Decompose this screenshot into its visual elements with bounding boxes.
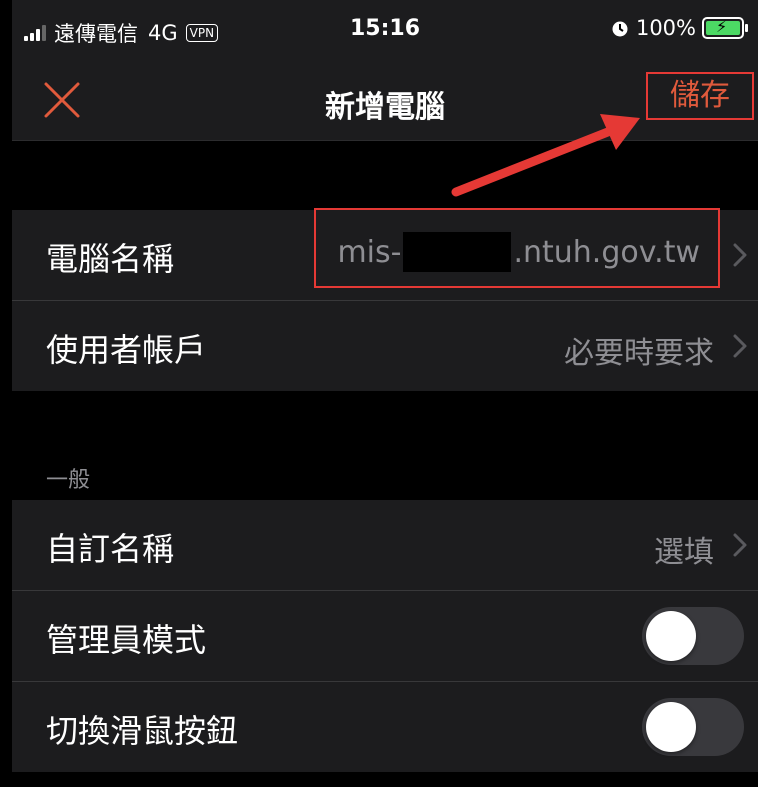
save-button[interactable]: 儲存 — [646, 72, 754, 120]
row-swap-mouse-buttons: 切換滑鼠按鈕 — [12, 682, 758, 772]
admin-mode-toggle[interactable] — [642, 607, 744, 665]
hostname-prefix: mis- — [337, 234, 402, 270]
general-group: 自訂名稱 選填 管理員模式 切換滑鼠按鈕 — [12, 500, 758, 772]
hostname-suffix: .ntuh.gov.tw — [513, 234, 700, 270]
row-label: 電腦名稱 — [46, 240, 175, 278]
redaction-block — [403, 232, 512, 272]
chevron-right-icon — [733, 243, 747, 267]
chevron-right-icon — [733, 533, 747, 557]
status-bar: 遠傳電信 4G VPN 15:16 100% ⚡ — [12, 0, 758, 62]
toggle-knob — [646, 702, 696, 752]
app-screen: 遠傳電信 4G VPN 15:16 100% ⚡ 新增電腦 儲存 電腦名稱 mi… — [12, 0, 758, 787]
status-right: 100% ⚡ — [610, 16, 748, 40]
row-label: 切換滑鼠按鈕 — [46, 712, 239, 750]
annotation-arrow — [451, 114, 640, 197]
hostname-value: mis- .ntuh.gov.tw — [337, 232, 700, 272]
row-label: 使用者帳戶 — [46, 331, 207, 369]
row-custom-name[interactable]: 自訂名稱 選填 — [12, 500, 758, 591]
row-admin-mode: 管理員模式 — [12, 591, 758, 682]
chevron-right-icon — [733, 334, 747, 358]
battery-percent: 100% — [635, 16, 696, 40]
row-value: 必要時要求 — [564, 336, 714, 371]
section-header-general: 一般 — [46, 468, 91, 493]
row-value: 選填 — [654, 535, 714, 570]
swap-mouse-buttons-toggle[interactable] — [642, 698, 744, 756]
row-label: 自訂名稱 — [46, 530, 175, 568]
connection-group: 電腦名稱 mis- .ntuh.gov.tw 使用者帳戶 必要時要求 — [12, 208, 758, 391]
toggle-knob — [646, 611, 696, 661]
battery-charging-icon: ⚡ — [702, 17, 748, 39]
alarm-icon — [612, 21, 628, 37]
row-label: 管理員模式 — [46, 621, 207, 659]
row-user-account[interactable]: 使用者帳戶 必要時要求 — [12, 301, 758, 391]
row-computer-name[interactable]: 電腦名稱 mis- .ntuh.gov.tw — [12, 208, 758, 301]
